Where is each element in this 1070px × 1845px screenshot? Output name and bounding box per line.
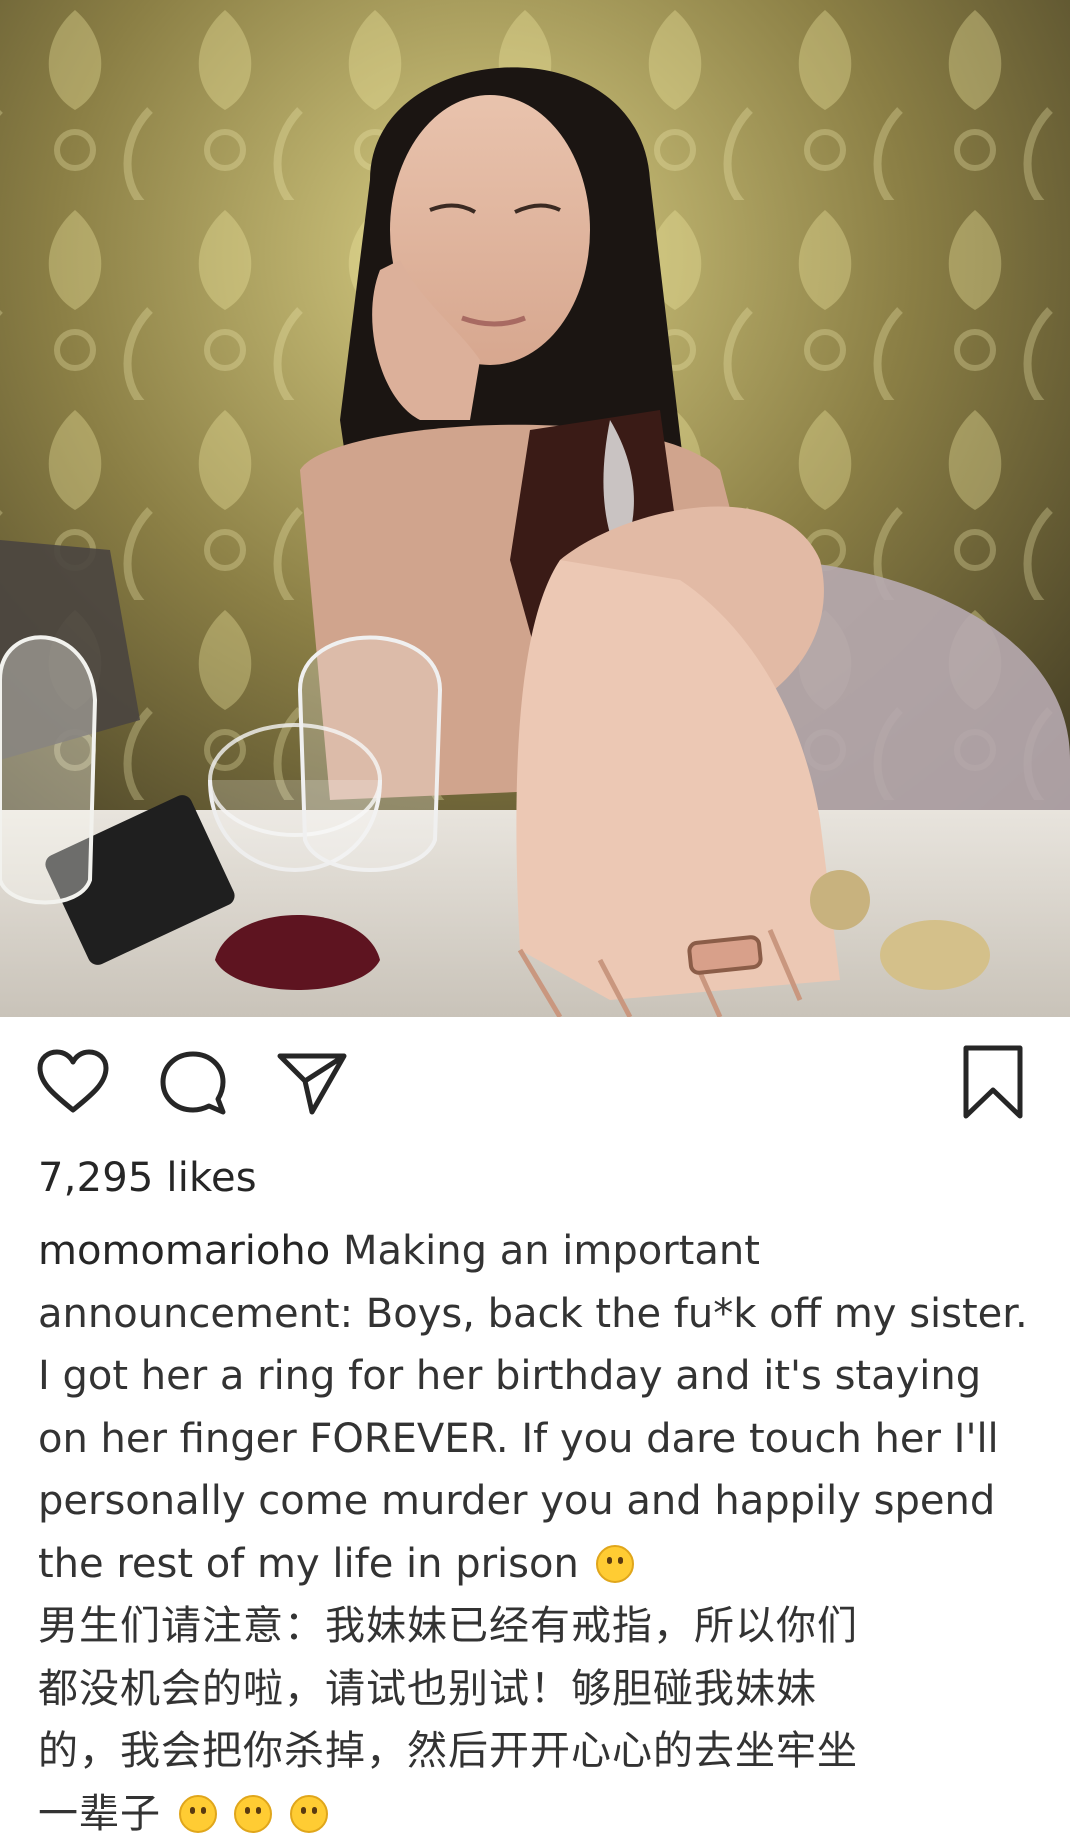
caption-zh-line: 男生们请注意：我妹妹已经有戒指，所以你们 [38, 1595, 1038, 1658]
caption-zh-line: 的，我会把你杀掉，然后开开心心的去坐牢坐 [38, 1720, 1038, 1783]
caption-zh-last: 一辈子 [38, 1791, 161, 1837]
likes-count[interactable]: 7,295 likes [38, 1155, 257, 1201]
action-bar [0, 1030, 1070, 1130]
caption-zh-line: 一辈子 [38, 1783, 1038, 1845]
paper-plane-icon [276, 1050, 348, 1118]
share-button[interactable] [276, 1050, 348, 1122]
post-photo[interactable] [0, 0, 1070, 1017]
photo-illustration [0, 0, 1070, 1017]
heart-icon [36, 1048, 110, 1116]
post-caption: momomarioho Making an important announce… [38, 1220, 1038, 1845]
bookmark-icon [960, 1044, 1026, 1120]
upside-down-face-icon [290, 1795, 328, 1833]
upside-down-face-icon [596, 1545, 634, 1583]
comment-icon [157, 1048, 229, 1120]
caption-english-text: Making an important announcement: Boys, … [38, 1228, 1028, 1587]
upside-down-face-icon [179, 1795, 217, 1833]
like-button[interactable] [36, 1048, 110, 1120]
caption-zh-line: 都没机会的啦，请试也别试！够胆碰我妹妹 [38, 1658, 1038, 1721]
comment-button[interactable] [157, 1048, 229, 1124]
caption-username[interactable]: momomarioho [38, 1228, 330, 1274]
upside-down-face-icon [234, 1795, 272, 1833]
caption-chinese-text: 男生们请注意：我妹妹已经有戒指，所以你们 都没机会的啦，请试也别试！够胆碰我妹妹… [38, 1595, 1038, 1845]
save-button[interactable] [960, 1044, 1026, 1124]
